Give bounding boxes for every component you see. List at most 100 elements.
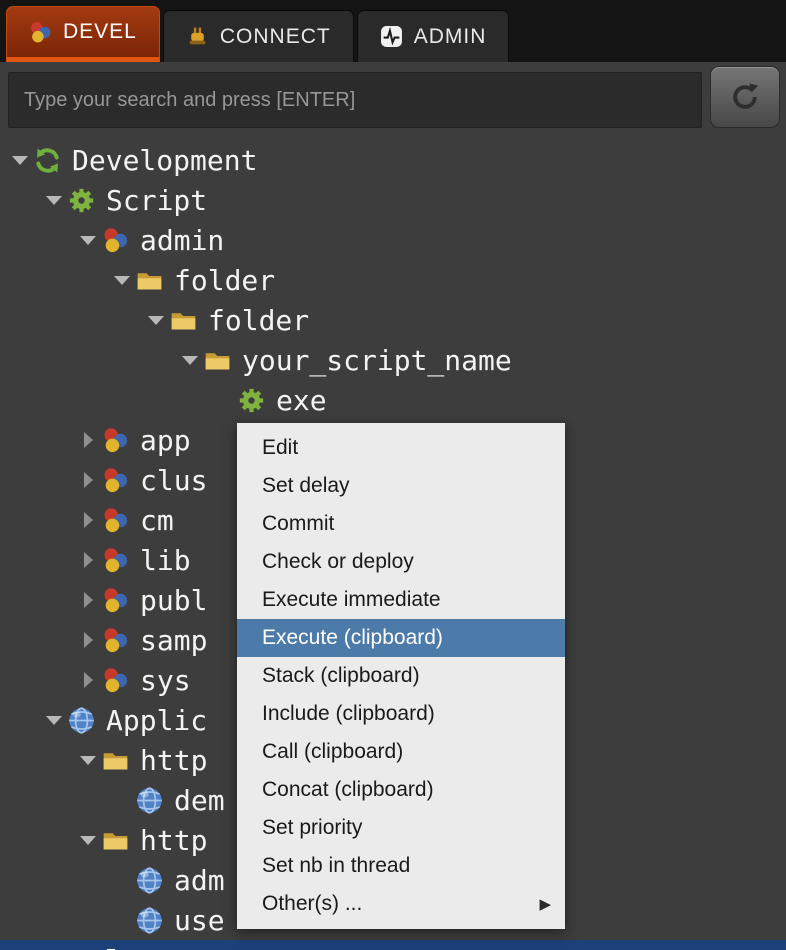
- submenu-arrow-icon: ▶: [539, 895, 551, 913]
- refresh-button[interactable]: [710, 66, 780, 128]
- menu-item-label: Include (clipboard): [262, 702, 435, 726]
- menu-item-set-priority[interactable]: Set priority: [237, 809, 565, 847]
- cluster-icon: [102, 547, 138, 574]
- collapse-arrow-icon[interactable]: [6, 156, 34, 165]
- collapse-arrow-icon[interactable]: [108, 276, 136, 285]
- collapse-arrow-icon[interactable]: [176, 356, 204, 365]
- menu-item-label: Set delay: [262, 474, 350, 498]
- expand-arrow-icon[interactable]: [74, 552, 102, 568]
- globe-icon: [136, 867, 172, 894]
- recycle-icon: [34, 147, 70, 174]
- menu-item-label: Execute immediate: [262, 588, 441, 612]
- refresh-icon: [730, 82, 760, 112]
- tree-item-label: http: [140, 744, 207, 777]
- tree-item-label: Applic: [106, 704, 207, 737]
- folder-icon: [102, 827, 138, 854]
- tree-item-label: clus: [140, 464, 207, 497]
- tree-item-hel[interactable]: Hel: [0, 940, 786, 950]
- connect-icon: [186, 25, 209, 48]
- tab-connect[interactable]: CONNECT: [163, 10, 354, 62]
- expand-arrow-icon[interactable]: [74, 432, 102, 448]
- menu-item-label: Set nb in thread: [262, 854, 410, 878]
- collapse-arrow-icon[interactable]: [74, 236, 102, 245]
- tree-item-label: http: [140, 824, 207, 857]
- tree-item-exe[interactable]: exe: [0, 380, 786, 420]
- tree-item-label: admin: [140, 224, 224, 257]
- tree-item-admin[interactable]: admin: [0, 220, 786, 260]
- cluster-icon: [102, 467, 138, 494]
- tab-connect-label: CONNECT: [220, 25, 331, 49]
- menu-item-label: Edit: [262, 436, 298, 460]
- menu-item-call-clipboard[interactable]: Call (clipboard): [237, 733, 565, 771]
- tree-item-label: Script: [106, 184, 207, 217]
- tree-item-script[interactable]: Script: [0, 180, 786, 220]
- tree-item-label: Development: [72, 144, 257, 177]
- menu-item-set-nb-in-thread[interactable]: Set nb in thread: [237, 847, 565, 885]
- tab-bar: DEVEL CONNECT ADMIN: [0, 0, 786, 62]
- red-square-icon: [34, 947, 70, 950]
- folder-icon: [102, 747, 138, 774]
- tree-item-label: lib: [140, 544, 191, 577]
- pulse-icon: [380, 25, 403, 48]
- expand-arrow-icon[interactable]: [74, 512, 102, 528]
- menu-item-label: Commit: [262, 512, 334, 536]
- tree-item-development[interactable]: Development: [0, 140, 786, 180]
- collapse-arrow-icon[interactable]: [40, 196, 68, 205]
- search-bar: [0, 62, 786, 136]
- tab-admin-label: ADMIN: [414, 25, 487, 49]
- app-window: DEVEL CONNECT ADMIN: [0, 0, 786, 950]
- tab-devel[interactable]: DEVEL: [6, 6, 160, 62]
- collapse-arrow-icon[interactable]: [74, 836, 102, 845]
- menu-item-label: Concat (clipboard): [262, 778, 434, 802]
- cluster-icon: [102, 627, 138, 654]
- folder-icon: [170, 307, 206, 334]
- globe-icon: [136, 787, 172, 814]
- tree-item-label: sys: [140, 664, 191, 697]
- menu-item-label: Set priority: [262, 816, 362, 840]
- collapse-arrow-icon[interactable]: [142, 316, 170, 325]
- expand-arrow-icon[interactable]: [74, 592, 102, 608]
- cluster-icon: [102, 507, 138, 534]
- menu-item-commit[interactable]: Commit: [237, 505, 565, 543]
- menu-item-execute-immediate[interactable]: Execute immediate: [237, 581, 565, 619]
- cluster-icon: [102, 227, 138, 254]
- menu-item-execute-clipboard[interactable]: Execute (clipboard): [237, 619, 565, 657]
- cluster-icon: [102, 667, 138, 694]
- tree-item-folder[interactable]: folder: [0, 300, 786, 340]
- tree-item-label: app: [140, 424, 191, 457]
- menu-item-label: Other(s) ...: [262, 892, 362, 916]
- expand-arrow-icon[interactable]: [74, 632, 102, 648]
- menu-item-include-clipboard[interactable]: Include (clipboard): [237, 695, 565, 733]
- menu-item-check-or-deploy[interactable]: Check or deploy: [237, 543, 565, 581]
- search-input[interactable]: [8, 72, 702, 128]
- tree-item-label: dem: [174, 784, 225, 817]
- tree-item-folder[interactable]: folder: [0, 260, 786, 300]
- gear-icon: [68, 187, 104, 214]
- gear-icon: [238, 387, 274, 414]
- expand-arrow-icon[interactable]: [74, 672, 102, 688]
- tree-item-label: your_script_name: [242, 344, 512, 377]
- menu-item-label: Check or deploy: [262, 550, 414, 574]
- tree-item-your-script-name[interactable]: your_script_name: [0, 340, 786, 380]
- tab-admin[interactable]: ADMIN: [357, 10, 510, 62]
- globe-icon: [136, 907, 172, 934]
- menu-item-set-delay[interactable]: Set delay: [237, 467, 565, 505]
- menu-item-edit[interactable]: Edit: [237, 429, 565, 467]
- tree-item-label: exe: [276, 384, 327, 417]
- folder-icon: [204, 347, 240, 374]
- menu-item-other-s[interactable]: Other(s) ... ▶: [237, 885, 565, 923]
- tree-item-label: publ: [140, 584, 207, 617]
- collapse-arrow-icon[interactable]: [74, 756, 102, 765]
- tree-item-label: use: [174, 904, 225, 937]
- folder-icon: [136, 267, 172, 294]
- collapse-arrow-icon[interactable]: [40, 716, 68, 725]
- expand-arrow-icon[interactable]: [74, 472, 102, 488]
- context-menu: Edit Set delay Commit Check or deploy Execut…: [237, 423, 565, 929]
- menu-item-label: Call (clipboard): [262, 740, 403, 764]
- tree-item-label: cm: [140, 504, 174, 537]
- menu-item-stack-clipboard[interactable]: Stack (clipboard): [237, 657, 565, 695]
- menu-item-label: Stack (clipboard): [262, 664, 420, 688]
- menu-item-concat-clipboard[interactable]: Concat (clipboard): [237, 771, 565, 809]
- tree-item-label: samp: [140, 624, 207, 657]
- tree-item-label: adm: [174, 864, 225, 897]
